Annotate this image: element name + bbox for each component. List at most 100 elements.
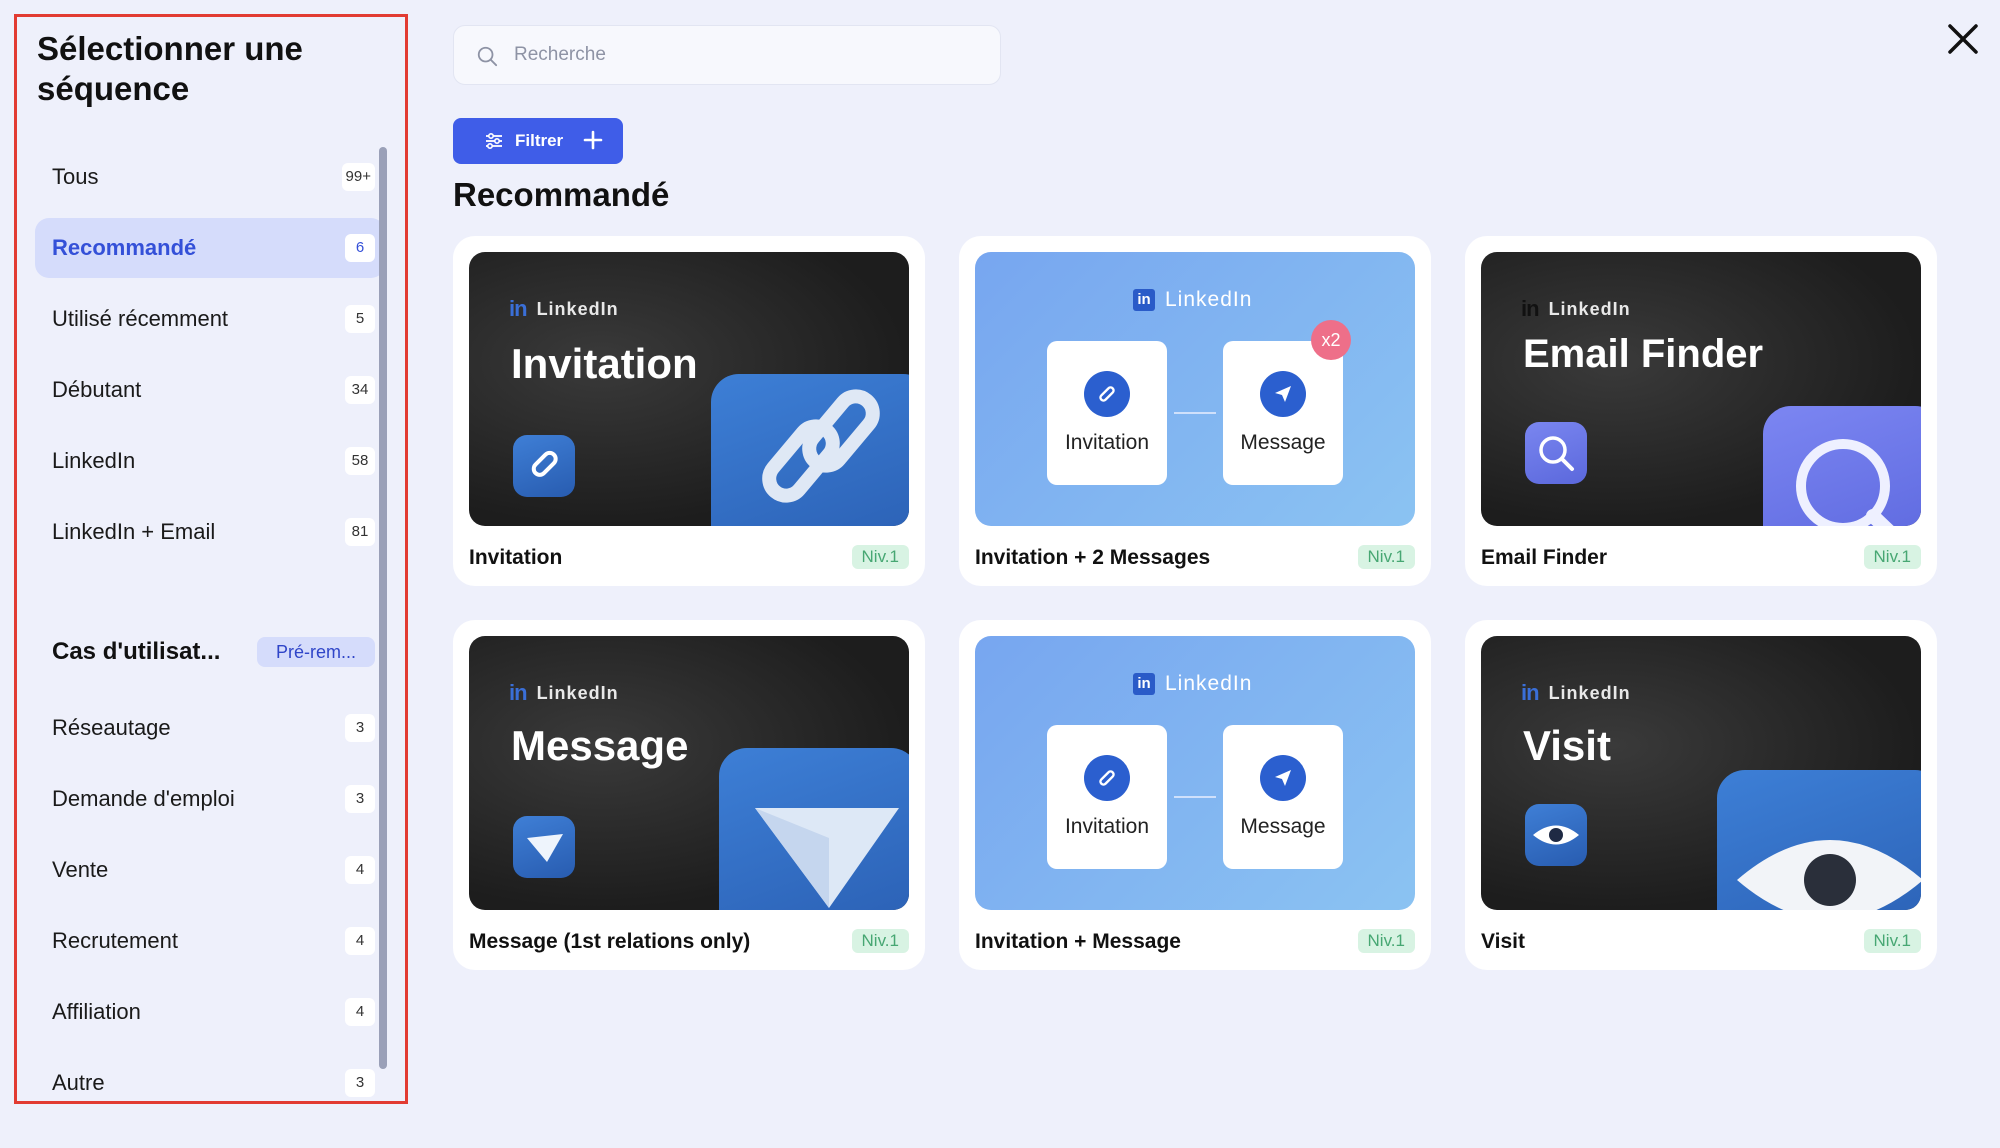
sidebar-item-label: Recrutement: [52, 928, 178, 953]
paper-plane-icon: [719, 748, 909, 910]
filter-button[interactable]: Filtrer: [453, 118, 623, 164]
sidebar-item-label: Recommandé: [52, 235, 197, 260]
step-label: Message: [1240, 431, 1326, 454]
thumb-title: Visit: [1523, 722, 1611, 769]
linkedin-brand: in LinkedIn: [1521, 680, 1631, 706]
sidebar-title: Sélectionner une séquence: [37, 30, 303, 107]
linkedin-brand: in LinkedIn: [1521, 296, 1631, 322]
sequence-card-email-finder[interactable]: in LinkedIn Email Finder Email Finder Ni…: [1465, 236, 1937, 586]
send-icon: [1260, 371, 1306, 417]
card-title: Invitation + Message: [975, 930, 1181, 953]
multiplier-badge: x2: [1311, 320, 1351, 360]
thumb-title: Email Finder: [1523, 332, 1764, 376]
sequence-card-invitation[interactable]: in LinkedIn Invitation Invitation Niv.1: [453, 236, 925, 586]
sidebar-item-label: Autre: [52, 1070, 105, 1095]
use-cases-header: Cas d'utilisat... Pré-rem...: [35, 627, 385, 677]
search-box: [453, 25, 1001, 85]
count-badge: 3: [345, 1069, 375, 1097]
level-badge: Niv.1: [1357, 929, 1415, 953]
linkedin-brand: in LinkedIn: [1133, 288, 1252, 312]
linkedin-brand: in LinkedIn: [509, 296, 619, 322]
use-case-list: Réseautage 3 Demande d'emploi 3 Vente 4 …: [35, 698, 385, 1124]
linkedin-icon: in: [1521, 296, 1540, 321]
card-title: Message (1st relations only): [469, 930, 751, 953]
count-badge: 6: [345, 234, 375, 262]
sidebar-item-label: LinkedIn + Email: [52, 519, 216, 544]
sliders-icon: [486, 132, 502, 150]
sidebar-item-vente[interactable]: Vente 4: [35, 840, 385, 900]
level-badge: Niv.1: [851, 929, 909, 953]
category-list: Tous 99+ Recommandé 6 Utilisé récemment …: [35, 147, 385, 573]
level-badge: Niv.1: [1863, 545, 1921, 569]
magnifier-icon: [1763, 406, 1921, 526]
card-thumbnail: in LinkedIn Invitation Message: [975, 636, 1415, 910]
sidebar-item-debutant[interactable]: Débutant 34: [35, 360, 385, 420]
sidebar-item-recrutement[interactable]: Recrutement 4: [35, 911, 385, 971]
eye-icon: [1525, 804, 1587, 866]
step-connector: [1174, 796, 1216, 798]
step-message: Message: [1223, 341, 1343, 485]
linkedin-label: LinkedIn: [536, 682, 619, 703]
linkedin-icon: in: [509, 680, 528, 705]
count-badge: 3: [345, 714, 375, 742]
search-icon: [477, 46, 498, 67]
count-badge: 4: [345, 998, 375, 1026]
level-badge: Niv.1: [851, 545, 909, 569]
sequence-picker-page: Sélectionner une séquence Tous 99+ Recom…: [0, 0, 2000, 1148]
sidebar-item-reseautage[interactable]: Réseautage 3: [35, 698, 385, 758]
count-badge: 34: [345, 376, 375, 404]
linkedin-label: LinkedIn: [1165, 288, 1253, 311]
sidebar-item-linkedin[interactable]: LinkedIn 58: [35, 431, 385, 491]
sidebar-item-autre[interactable]: Autre 3: [35, 1053, 385, 1113]
sequence-card-invitation-2-messages[interactable]: in LinkedIn Invitation Message x2 Invita…: [959, 236, 1431, 586]
link-icon: [1084, 371, 1130, 417]
sidebar: Sélectionner une séquence Tous 99+ Recom…: [14, 14, 408, 1104]
thumb-title: Invitation: [511, 340, 698, 387]
sidebar-item-label: Tous: [52, 164, 99, 189]
sidebar-scrollbar[interactable]: [379, 147, 387, 1069]
card-title: Visit: [1481, 930, 1525, 953]
sidebar-item-recommande[interactable]: Recommandé 6: [35, 218, 385, 278]
count-badge: 5: [345, 305, 375, 333]
sidebar-item-utilise-recemment[interactable]: Utilisé récemment 5: [35, 289, 385, 349]
step-label: Invitation: [1064, 815, 1150, 838]
filter-label: Filtrer: [515, 131, 564, 150]
link-icon: [711, 374, 909, 526]
linkedin-label: LinkedIn: [536, 298, 619, 319]
sidebar-item-label: Demande d'emploi: [52, 786, 235, 811]
count-badge: 58: [345, 447, 375, 475]
paper-plane-icon: [513, 816, 575, 878]
search-input[interactable]: [514, 26, 974, 84]
sequence-card-message[interactable]: in LinkedIn Message Message (1st relatio…: [453, 620, 925, 970]
count-badge: 4: [345, 856, 375, 884]
prefilled-badge[interactable]: Pré-rem...: [257, 637, 375, 667]
linkedin-icon: in: [1521, 680, 1540, 705]
count-badge: 99+: [341, 163, 375, 191]
card-title: Invitation: [469, 546, 563, 569]
sidebar-item-tous[interactable]: Tous 99+: [35, 147, 385, 207]
sidebar-item-affiliation[interactable]: Affiliation 4: [35, 982, 385, 1042]
card-title: Invitation + 2 Messages: [975, 546, 1211, 569]
linkedin-label: LinkedIn: [1548, 682, 1631, 703]
count-badge: 81: [345, 518, 375, 546]
card-thumbnail: in LinkedIn Email Finder: [1481, 252, 1921, 526]
linkedin-brand: in LinkedIn: [1133, 672, 1252, 696]
link-icon: [513, 435, 575, 497]
sidebar-item-label: Affiliation: [52, 999, 141, 1024]
sidebar-item-linkedin-email[interactable]: LinkedIn + Email 81: [35, 502, 385, 562]
linkedin-icon: in: [1133, 289, 1155, 311]
sequence-card-invitation-message[interactable]: in LinkedIn Invitation Message Invitatio…: [959, 620, 1431, 970]
step-message: Message: [1223, 725, 1343, 869]
step-label: Message: [1240, 815, 1326, 838]
sidebar-item-label: Réseautage: [52, 715, 171, 740]
sidebar-item-label: Vente: [52, 857, 109, 882]
sequence-card-visit[interactable]: in LinkedIn Visit Visit Niv.1: [1465, 620, 1937, 970]
close-icon[interactable]: [1946, 22, 1980, 56]
linkedin-icon: in: [1133, 673, 1155, 695]
link-icon: [1084, 755, 1130, 801]
sidebar-item-demande-emploi[interactable]: Demande d'emploi 3: [35, 769, 385, 829]
linkedin-label: LinkedIn: [1548, 298, 1631, 319]
card-thumbnail: in LinkedIn Invitation: [469, 252, 909, 526]
count-badge: 3: [345, 785, 375, 813]
linkedin-brand: in LinkedIn: [509, 680, 619, 706]
